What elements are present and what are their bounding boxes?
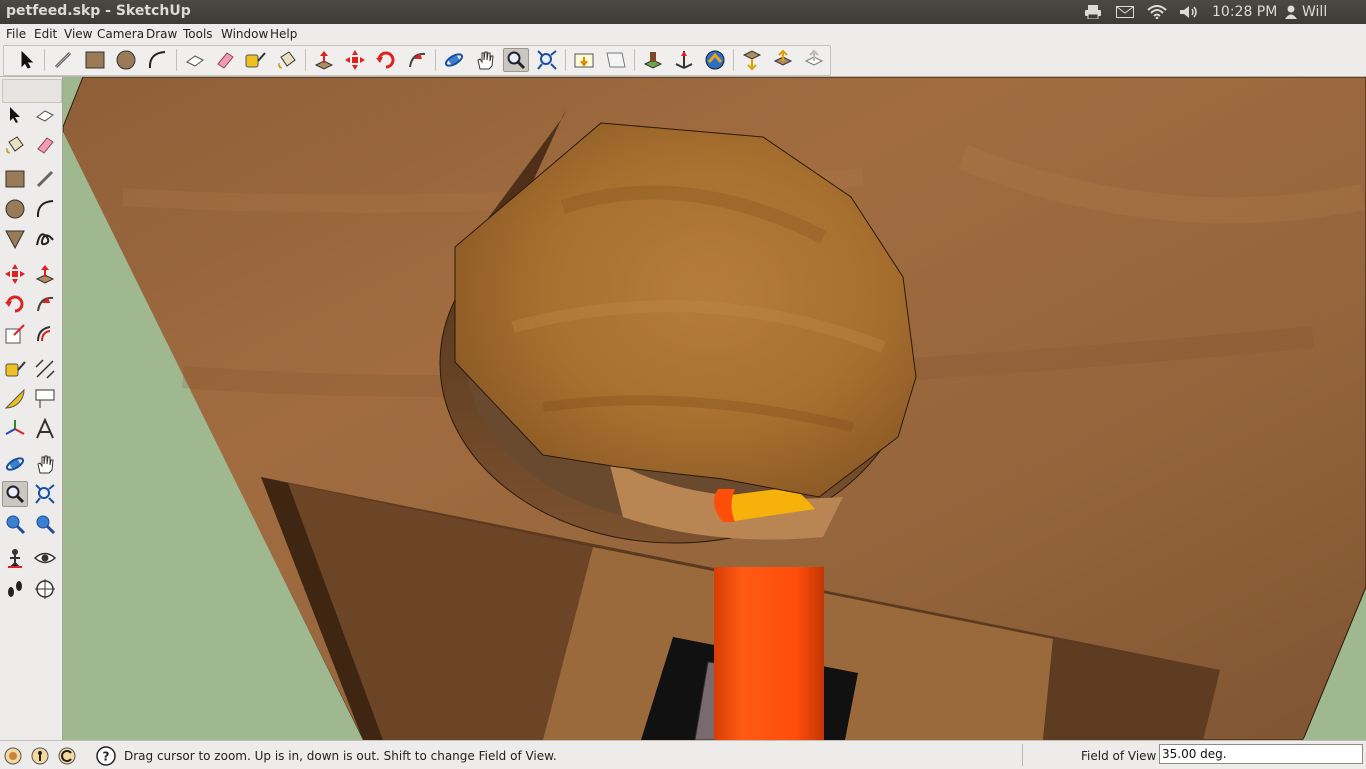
- status-text: Drag cursor to zoom. Up is in, down is o…: [124, 749, 557, 763]
- svg-text:?: ?: [103, 750, 110, 764]
- make-component-tool-icon[interactable]: [32, 102, 58, 128]
- text-tool-icon[interactable]: [32, 386, 58, 412]
- position-camera-tool-icon[interactable]: [2, 545, 28, 571]
- make-component-icon[interactable]: [182, 48, 208, 72]
- menu-file[interactable]: File: [6, 27, 26, 41]
- look-around-tool-icon[interactable]: [32, 545, 58, 571]
- user-credits-icon[interactable]: [57, 746, 77, 766]
- orbit-tool-icon[interactable]: [2, 451, 28, 477]
- model-viewport[interactable]: [63, 77, 1366, 740]
- push-pull-icon[interactable]: [311, 48, 337, 72]
- measurements-input[interactable]: [1159, 744, 1363, 764]
- pan-tool-icon[interactable]: [32, 451, 58, 477]
- axes-tool-icon[interactable]: [2, 416, 28, 442]
- paint-bucket-icon[interactable]: [274, 48, 300, 72]
- menu-edit[interactable]: Edit: [34, 27, 57, 41]
- volume-icon[interactable]: [1178, 2, 1200, 22]
- toolbar-separator: [733, 49, 734, 71]
- rotate-icon[interactable]: [373, 48, 399, 72]
- zoom-extents-tool-icon[interactable]: [32, 481, 58, 507]
- polygon-tool-icon[interactable]: [2, 226, 28, 252]
- next-view-icon[interactable]: [603, 48, 629, 72]
- clock[interactable]: 10:28 PM: [1212, 4, 1277, 20]
- main-toolbar: [0, 44, 1366, 77]
- menu-window[interactable]: Window: [221, 27, 268, 41]
- zoom-extents-icon[interactable]: [534, 48, 560, 72]
- menu-camera[interactable]: Camera: [97, 27, 144, 41]
- move-icon[interactable]: [342, 48, 368, 72]
- select-icon[interactable]: [14, 48, 40, 72]
- zoom-icon[interactable]: [503, 48, 529, 72]
- toggle-terrain-icon[interactable]: [671, 48, 697, 72]
- share-model-icon[interactable]: [770, 48, 796, 72]
- menu-help[interactable]: Help: [270, 27, 297, 41]
- line-tool-icon[interactable]: [32, 166, 58, 192]
- toolbar-separator: [565, 49, 566, 71]
- add-location-icon[interactable]: [640, 48, 666, 72]
- wifi-icon[interactable]: [1146, 2, 1168, 22]
- circle-tool-icon[interactable]: [2, 196, 28, 222]
- tape-measure-tool-icon[interactable]: [2, 356, 28, 382]
- scale-tool-icon[interactable]: [2, 321, 28, 347]
- arc-icon[interactable]: [144, 48, 170, 72]
- orange-cylinder: [714, 567, 824, 740]
- get-models-icon[interactable]: [739, 48, 765, 72]
- menu-bar: File Edit View Camera Draw Tools Window …: [0, 24, 1366, 44]
- model-canvas[interactable]: [63, 77, 1366, 740]
- toolbar-separator: [176, 49, 177, 71]
- orbit-icon[interactable]: [441, 48, 467, 72]
- follow-me-icon[interactable]: [404, 48, 430, 72]
- walk-tool-icon[interactable]: [2, 576, 28, 602]
- share-component-icon[interactable]: [801, 48, 827, 72]
- geo-location-icon[interactable]: [3, 746, 23, 766]
- status-bar: ? Drag cursor to zoom. Up is in, down is…: [0, 740, 1366, 769]
- toolbar-separator: [634, 49, 635, 71]
- palette-grip: [2, 79, 62, 103]
- select-tool-icon[interactable]: [2, 102, 28, 128]
- dimension-tool-icon[interactable]: [32, 356, 58, 382]
- pan-icon[interactable]: [472, 48, 498, 72]
- arc-tool-icon[interactable]: [32, 196, 58, 222]
- user-icon: [1284, 2, 1298, 22]
- printer-icon[interactable]: [1084, 2, 1102, 22]
- 3d-text-tool-icon[interactable]: [32, 416, 58, 442]
- line-icon[interactable]: [50, 48, 76, 72]
- follow-me-tool-icon[interactable]: [32, 291, 58, 317]
- zoom-tool-icon[interactable]: [2, 481, 28, 507]
- previous-zoom-tool-icon[interactable]: [32, 511, 58, 537]
- tool-palette: [0, 77, 63, 740]
- previous-view-icon[interactable]: [571, 48, 597, 72]
- status-divider: [1022, 744, 1023, 766]
- top-panel: petfeed.skp - SketchUp 10:28 PM Will: [0, 0, 1366, 24]
- menu-view[interactable]: View: [64, 27, 92, 41]
- menu-tools[interactable]: Tools: [183, 27, 213, 41]
- window-title: petfeed.skp - SketchUp: [6, 3, 191, 19]
- credits-icon[interactable]: [30, 746, 50, 766]
- paint-bucket-tool-icon[interactable]: [2, 132, 28, 158]
- google-earth-icon[interactable]: [702, 48, 728, 72]
- rectangle-icon[interactable]: [82, 48, 108, 72]
- toolbar-separator: [305, 49, 306, 71]
- help-icon[interactable]: ?: [96, 746, 116, 766]
- menu-draw[interactable]: Draw: [146, 27, 177, 41]
- toolbar-separator: [44, 49, 45, 71]
- rotate-tool-icon[interactable]: [2, 291, 28, 317]
- move-tool-icon[interactable]: [2, 261, 28, 287]
- freehand-tool-icon[interactable]: [32, 226, 58, 252]
- toolbar-separator: [435, 49, 436, 71]
- offset-tool-icon[interactable]: [32, 321, 58, 347]
- measurements-label: Field of View: [1081, 749, 1157, 763]
- section-plane-tool-icon[interactable]: [32, 576, 58, 602]
- push-pull-tool-icon[interactable]: [32, 261, 58, 287]
- protractor-tool-icon[interactable]: [2, 386, 28, 412]
- rectangle-tool-icon[interactable]: [2, 166, 28, 192]
- user-name[interactable]: Will: [1302, 4, 1327, 20]
- zoom-window-tool-icon[interactable]: [2, 511, 28, 537]
- eraser-tool-icon[interactable]: [32, 132, 58, 158]
- circle-icon[interactable]: [113, 48, 139, 72]
- eraser-icon[interactable]: [212, 48, 238, 72]
- tape-measure-icon[interactable]: [242, 48, 268, 72]
- mail-icon[interactable]: [1115, 2, 1135, 22]
